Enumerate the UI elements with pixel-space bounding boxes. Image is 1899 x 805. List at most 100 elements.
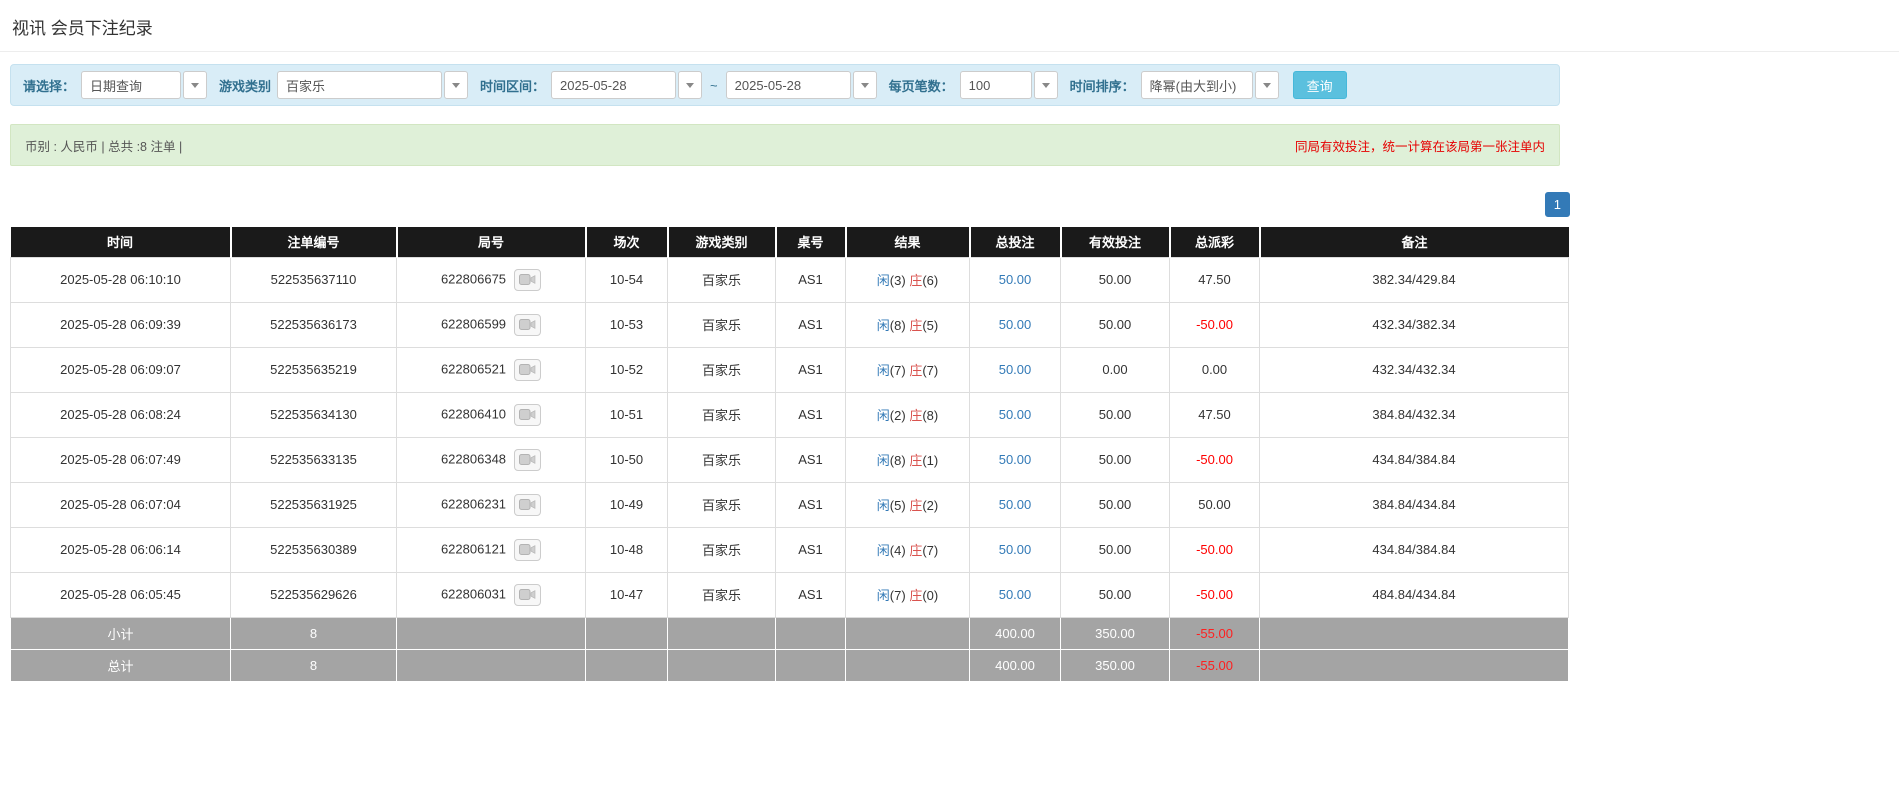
game-type-dropdown-button[interactable] bbox=[444, 71, 469, 99]
total-bet-link[interactable]: 50.00 bbox=[999, 407, 1032, 422]
cell-game-type: 百家乐 bbox=[667, 346, 776, 393]
video-replay-icon bbox=[519, 499, 536, 510]
cell-game-type: 百家乐 bbox=[667, 436, 776, 483]
page-size-input[interactable] bbox=[959, 71, 1032, 99]
summary-bar: 币别 : 人民币 | 总共 :8 注单 | 同局有效投注，统一计算在该局第一张注… bbox=[10, 124, 1560, 166]
cell-total-bet: 50.00 bbox=[969, 571, 1061, 618]
result-banker: 庄(8) bbox=[909, 408, 939, 423]
video-replay-icon bbox=[519, 454, 536, 465]
query-type-input[interactable] bbox=[81, 71, 182, 99]
replay-video-button[interactable] bbox=[514, 583, 542, 606]
cell-table-no: AS1 bbox=[775, 391, 846, 438]
total-bet-link[interactable]: 50.00 bbox=[999, 542, 1032, 557]
date-to-dropdown-button[interactable] bbox=[852, 71, 877, 99]
page-size-dropdown-button[interactable] bbox=[1033, 71, 1058, 99]
cell-total-bet: 50.00 bbox=[969, 346, 1061, 393]
total-bet-link[interactable]: 50.00 bbox=[999, 272, 1032, 287]
round-id-text: 622806348 bbox=[440, 450, 507, 466]
query-type-dropdown-button[interactable] bbox=[183, 71, 208, 99]
cell-bet-id: 522535633135 bbox=[230, 436, 397, 483]
chevron-down-icon bbox=[191, 82, 200, 88]
cell-session: 10-48 bbox=[585, 526, 668, 573]
column-header: 局号 bbox=[396, 227, 587, 257]
cell-round-id: 622806121 bbox=[396, 526, 586, 573]
result-banker: 庄(5) bbox=[909, 318, 939, 333]
result-banker: 庄(7) bbox=[909, 363, 939, 378]
cell-game-type: 百家乐 bbox=[667, 391, 776, 438]
pagination-page-1[interactable]: 1 bbox=[1544, 192, 1570, 217]
total-bet-link[interactable]: 50.00 bbox=[999, 452, 1032, 467]
bet-records-table: 时间 注单编号 局号 场次 游戏类别 桌号 结果 总投注 有效投注 总派彩 备注 2025-05-2… bbox=[10, 227, 1569, 682]
query-type-select bbox=[81, 71, 208, 99]
result-banker: 庄(1) bbox=[909, 453, 939, 468]
cell-remark: 432.34/382.34 bbox=[1259, 301, 1569, 348]
cell-result: 闲(4) 庄(7) bbox=[845, 526, 970, 573]
total-bet-link[interactable]: 50.00 bbox=[999, 497, 1032, 512]
replay-video-button[interactable] bbox=[514, 538, 542, 561]
cell-game-type: 百家乐 bbox=[667, 571, 776, 618]
cell-game-type: 百家乐 bbox=[667, 301, 776, 348]
round-id-text: 622806231 bbox=[440, 495, 507, 511]
date-to-input[interactable] bbox=[725, 71, 851, 99]
cell-time: 2025-05-28 06:07:49 bbox=[10, 436, 231, 483]
subtotal-row: 小计 8 400.00 350.00 -55.00 bbox=[10, 616, 1569, 650]
cell-table-no: AS1 bbox=[775, 481, 846, 528]
result-banker: 庄(2) bbox=[909, 498, 939, 513]
cell-result: 闲(8) 庄(5) bbox=[845, 301, 970, 348]
replay-video-button[interactable] bbox=[514, 403, 542, 426]
cell-round-id: 622806675 bbox=[396, 256, 586, 303]
sort-select bbox=[1140, 71, 1279, 99]
cell-total-bet: 50.00 bbox=[969, 301, 1061, 348]
summary-row-label: 总计 bbox=[10, 648, 231, 682]
date-from-input[interactable] bbox=[551, 71, 677, 99]
sort-dropdown-button[interactable] bbox=[1254, 71, 1279, 99]
result-player: 闲(2) bbox=[876, 408, 906, 423]
column-header: 结果 bbox=[845, 227, 971, 257]
replay-video-button[interactable] bbox=[514, 493, 542, 516]
round-id-text: 622806410 bbox=[440, 405, 507, 421]
summary-cell bbox=[775, 616, 846, 650]
video-replay-icon bbox=[519, 409, 536, 420]
replay-video-button[interactable] bbox=[514, 448, 542, 471]
cell-result: 闲(7) 庄(0) bbox=[845, 571, 970, 618]
round-id-text: 622806521 bbox=[440, 360, 507, 376]
cell-payout: 0.00 bbox=[1169, 346, 1260, 393]
column-header: 注单编号 bbox=[230, 227, 398, 257]
cell-time: 2025-05-28 06:09:39 bbox=[10, 301, 231, 348]
replay-video-button[interactable] bbox=[514, 313, 542, 336]
cell-payout: -50.00 bbox=[1169, 436, 1260, 483]
round-id-text: 622806599 bbox=[440, 315, 507, 331]
replay-video-button[interactable] bbox=[514, 268, 542, 291]
table-row: 2025-05-28 06:06:14 522535630389 622806121… bbox=[10, 526, 1569, 573]
summary-cell: 400.00 bbox=[969, 648, 1061, 682]
summary-cell bbox=[667, 616, 776, 650]
video-replay-icon bbox=[519, 544, 536, 555]
cell-bet-id: 522535630389 bbox=[230, 526, 397, 573]
date-from-dropdown-button[interactable] bbox=[678, 71, 703, 99]
cell-table-no: AS1 bbox=[775, 301, 846, 348]
cell-time: 2025-05-28 06:10:10 bbox=[10, 256, 231, 303]
round-id-text: 622806031 bbox=[440, 585, 507, 601]
cell-bet-id: 522535636173 bbox=[230, 301, 397, 348]
sort-input[interactable] bbox=[1140, 71, 1253, 99]
search-button[interactable]: 查询 bbox=[1292, 71, 1347, 99]
cell-payout: -50.00 bbox=[1169, 526, 1260, 573]
column-header: 时间 bbox=[10, 227, 232, 257]
time-range-label: 时间区间： bbox=[480, 78, 546, 94]
result-player: 闲(3) bbox=[876, 273, 906, 288]
cell-time: 2025-05-28 06:07:04 bbox=[10, 481, 231, 528]
cell-game-type: 百家乐 bbox=[667, 526, 776, 573]
total-bet-link[interactable]: 50.00 bbox=[999, 587, 1032, 602]
total-bet-link[interactable]: 50.00 bbox=[999, 317, 1032, 332]
replay-video-button[interactable] bbox=[514, 358, 542, 381]
column-header: 有效投注 bbox=[1060, 227, 1171, 257]
cell-bet-id: 522535635219 bbox=[230, 346, 397, 393]
select-label: 请选择： bbox=[23, 78, 76, 94]
cell-remark: 384.84/434.84 bbox=[1259, 481, 1569, 528]
column-header: 总投注 bbox=[969, 227, 1062, 257]
summary-row-label: 小计 bbox=[10, 616, 231, 650]
game-type-input[interactable] bbox=[277, 71, 443, 99]
summary-note-text: 同局有效投注，统一计算在该局第一张注单内 bbox=[1294, 139, 1545, 154]
total-bet-link[interactable]: 50.00 bbox=[999, 362, 1032, 377]
video-replay-icon bbox=[519, 274, 536, 285]
